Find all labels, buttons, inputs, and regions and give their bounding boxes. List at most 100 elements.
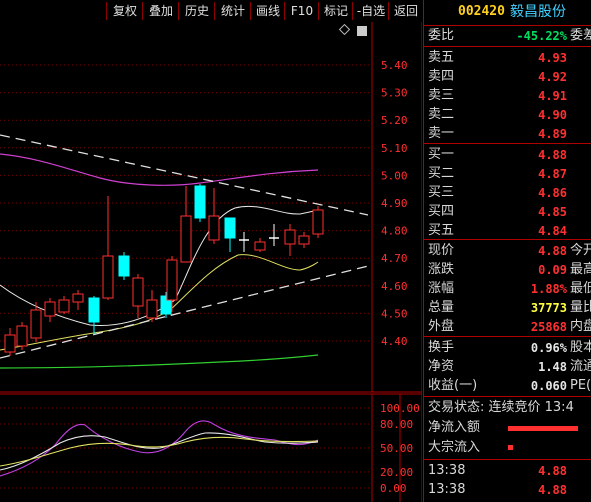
- indicator-tick-label: 50.00: [380, 442, 413, 455]
- candle[interactable]: [102, 196, 114, 300]
- toolbar-button-draw[interactable]: 画线: [250, 2, 285, 20]
- quote-stat-extra-label: 股本: [570, 340, 591, 355]
- candle[interactable]: [269, 224, 279, 246]
- price-tick-label: 5.40: [381, 59, 408, 72]
- candle[interactable]: [208, 188, 220, 244]
- block-inflow-label: 大宗流入: [428, 440, 481, 455]
- candle[interactable]: [224, 217, 236, 252]
- bid-level-label: 买一: [428, 147, 455, 162]
- weibi-label: 委比: [428, 28, 455, 43]
- quote-stat-row[interactable]: 总量 37773 量比: [424, 298, 591, 318]
- diamond-icon[interactable]: [338, 23, 351, 36]
- quote-stat-extra-label: 量比: [570, 300, 591, 315]
- block-inflow-bar: [508, 445, 513, 450]
- quote-stat-row[interactable]: 外盘 25868 内盘: [424, 317, 591, 337]
- trendline-support[interactable]: [0, 264, 373, 359]
- candle[interactable]: [254, 238, 266, 252]
- ask-level-row[interactable]: 卖五 4.93: [424, 48, 591, 68]
- quote-stat-row[interactable]: 涨跌 0.09 最高: [424, 260, 591, 280]
- quote-stat-label: 外盘: [428, 319, 455, 334]
- quote-stat-extra-label: 最低: [570, 281, 591, 296]
- weibi-value: -45.22%: [516, 29, 567, 43]
- quote-stat-row[interactable]: 换手 0.96% 股本: [424, 338, 591, 358]
- bid-level-label: 买三: [428, 185, 455, 200]
- candle[interactable]: [118, 252, 130, 280]
- bid-level-row[interactable]: 买一 4.88: [424, 145, 591, 165]
- weidiff-label: 委差: [570, 28, 591, 43]
- price-tick-label: 5.20: [381, 114, 408, 127]
- candle[interactable]: [284, 224, 296, 256]
- bid-level-row[interactable]: 买四 4.85: [424, 202, 591, 222]
- quote-stat-label: 收益(一): [428, 378, 478, 393]
- stock-name: 毅昌股份: [510, 4, 566, 20]
- ask-level-row[interactable]: 卖一 4.89: [424, 124, 591, 144]
- candle[interactable]: [132, 274, 144, 318]
- quote-stat-label: 总量: [428, 300, 455, 315]
- candlestick-chart[interactable]: 5.40 5.30 5.20 5.10 5.00 4.90 4.80 4.70 4.60 4.50…: [0, 22, 422, 502]
- candle[interactable]: [194, 184, 206, 222]
- indicator-tick-label: 0.00: [380, 482, 407, 495]
- candle[interactable]: [16, 322, 28, 350]
- quote-stat-value: 1.88%: [530, 282, 567, 296]
- ask-level-value: 4.92: [538, 70, 567, 84]
- candle[interactable]: [180, 186, 192, 263]
- tick-row: 13:38 4.88: [424, 461, 591, 481]
- quote-stat-extra-label: 内盘: [570, 319, 591, 334]
- candle[interactable]: [298, 232, 310, 248]
- stock-code: 002420: [458, 4, 505, 19]
- ask-level-row[interactable]: 卖三 4.91: [424, 86, 591, 106]
- price-tick-label: 4.50: [381, 307, 408, 320]
- candle[interactable]: [239, 232, 249, 252]
- chart-toolbar: 复权 叠加 历史 统计 画线 F10 标记 -自选 返回: [0, 0, 424, 22]
- quote-stat-row[interactable]: 现价 4.88 今开: [424, 241, 591, 261]
- candle[interactable]: [58, 296, 70, 314]
- bid-level-row[interactable]: 买三 4.86: [424, 183, 591, 203]
- bid-level-row[interactable]: 买二 4.87: [424, 164, 591, 184]
- candle[interactable]: [72, 290, 84, 310]
- toolbar-button-mark[interactable]: 标记: [318, 2, 353, 20]
- toolbar-button-stats[interactable]: 统计: [214, 2, 251, 20]
- trade-status: 交易状态: 连续竞价 13:4: [424, 398, 591, 418]
- bid-level-value: 4.88: [538, 148, 567, 162]
- quote-stat-row[interactable]: 净资 1.48 流通: [424, 357, 591, 377]
- tick-price: 4.88: [538, 464, 567, 478]
- toolbar-button-f10[interactable]: F10: [284, 2, 319, 20]
- ask-level-label: 卖五: [428, 50, 455, 65]
- bid-level-label: 买五: [428, 223, 455, 238]
- indicator-tick-label: 80.00: [380, 418, 413, 431]
- price-tick-label: 4.40: [381, 335, 408, 348]
- candle[interactable]: [44, 298, 56, 322]
- toolbar-button-back[interactable]: 返回: [388, 2, 424, 20]
- ask-level-row[interactable]: 卖二 4.90: [424, 105, 591, 125]
- toolbar-button-fuquan[interactable]: 复权: [106, 2, 143, 20]
- bid-level-value: 4.86: [538, 186, 567, 200]
- net-inflow-bar: [508, 426, 578, 431]
- scroll-handle[interactable]: [357, 26, 367, 36]
- quote-stat-extra-label: 最高: [570, 262, 591, 277]
- bid-level-label: 买四: [428, 204, 455, 219]
- quote-stat-row[interactable]: 涨幅 1.88% 最低: [424, 279, 591, 299]
- price-tick-label: 4.60: [381, 280, 408, 293]
- candle[interactable]: [312, 206, 324, 238]
- ask-level-value: 4.93: [538, 51, 567, 65]
- quote-stat-value: 0.09: [538, 263, 567, 277]
- candle[interactable]: [4, 328, 16, 356]
- toolbar-button-history[interactable]: 历史: [178, 2, 215, 20]
- quote-stat-row[interactable]: 收益(一) 0.060PE(动): [424, 376, 591, 396]
- candle[interactable]: [146, 290, 158, 322]
- quote-stat-label: 现价: [428, 243, 455, 258]
- ask-level-row[interactable]: 卖四 4.92: [424, 67, 591, 87]
- toolbar-button-favorite[interactable]: -自选: [352, 2, 389, 20]
- bid-level-row[interactable]: 买五 4.84: [424, 221, 591, 241]
- moving-average-long: [0, 354, 319, 369]
- weibi-row: 委比 -45.22% 委差: [424, 26, 591, 46]
- quote-stat-extra-label: 流通: [570, 359, 591, 374]
- quote-stat-value: 25868: [530, 320, 567, 334]
- quote-stat-value: 1.48: [538, 360, 567, 374]
- quote-stat-value: 37773: [530, 301, 567, 315]
- toolbar-button-overlay[interactable]: 叠加: [142, 2, 179, 20]
- candle[interactable]: [88, 296, 100, 334]
- ask-level-label: 卖一: [428, 126, 455, 141]
- price-tick-label: 5.10: [381, 142, 408, 155]
- ask-level-label: 卖二: [428, 107, 455, 122]
